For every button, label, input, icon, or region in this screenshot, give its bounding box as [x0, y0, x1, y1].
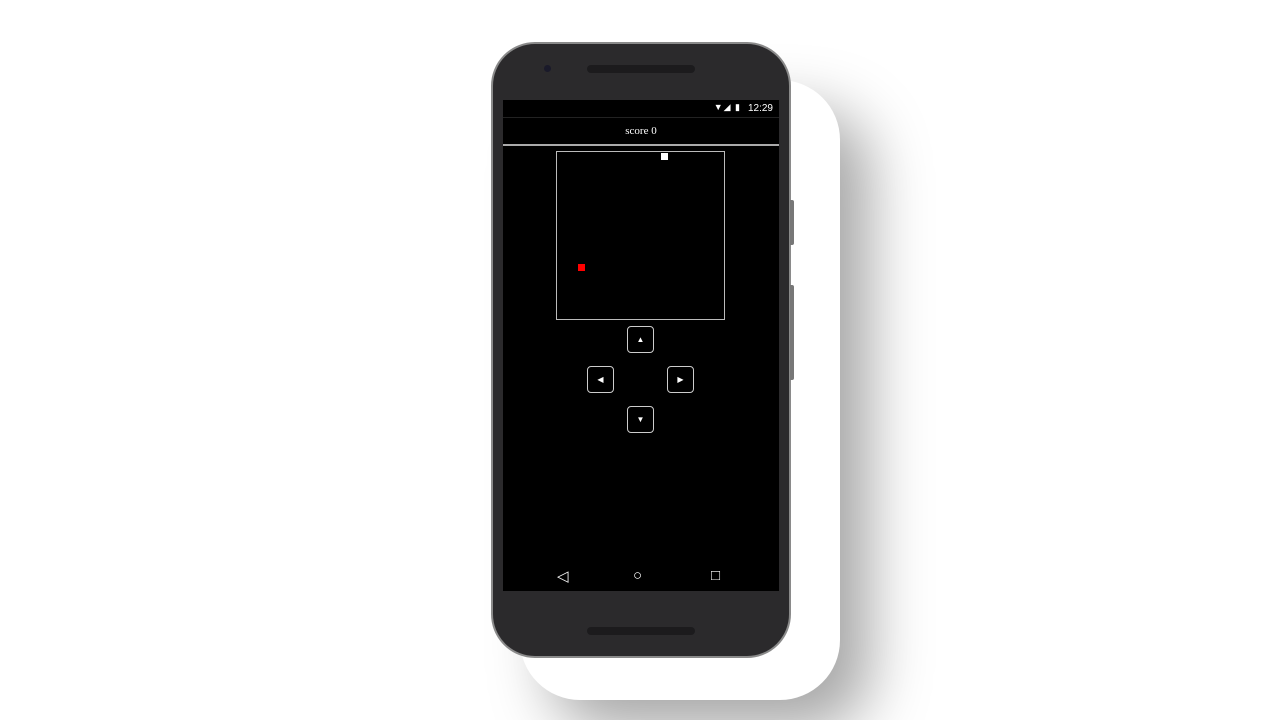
left-button[interactable]: ◀	[587, 366, 614, 393]
down-button[interactable]: ▼	[627, 406, 654, 433]
snake-segment	[661, 153, 669, 160]
score-header: score 0	[503, 117, 779, 146]
back-button[interactable]: ◁	[557, 567, 569, 585]
speaker	[587, 65, 695, 73]
power-button[interactable]	[790, 200, 794, 245]
score-label: score 0	[625, 125, 657, 137]
recents-button[interactable]: □	[711, 567, 720, 584]
clock: 12:29	[747, 103, 773, 114]
screen: ▼◢ ▮ 12:29 score 0 ▲ ◀ ▶ ▼ ◁ ○ □	[503, 100, 779, 591]
home-button[interactable]: ○	[633, 567, 642, 584]
game-board[interactable]	[556, 151, 725, 320]
volume-button[interactable]	[790, 285, 794, 380]
bottom-speaker	[587, 627, 695, 635]
food	[577, 264, 585, 272]
right-button[interactable]: ▶	[667, 366, 694, 393]
status-icons: ▼◢ ▮	[713, 102, 741, 112]
up-button[interactable]: ▲	[627, 326, 654, 353]
camera	[544, 65, 551, 72]
status-bar: ▼◢ ▮ 12:29	[503, 100, 779, 117]
